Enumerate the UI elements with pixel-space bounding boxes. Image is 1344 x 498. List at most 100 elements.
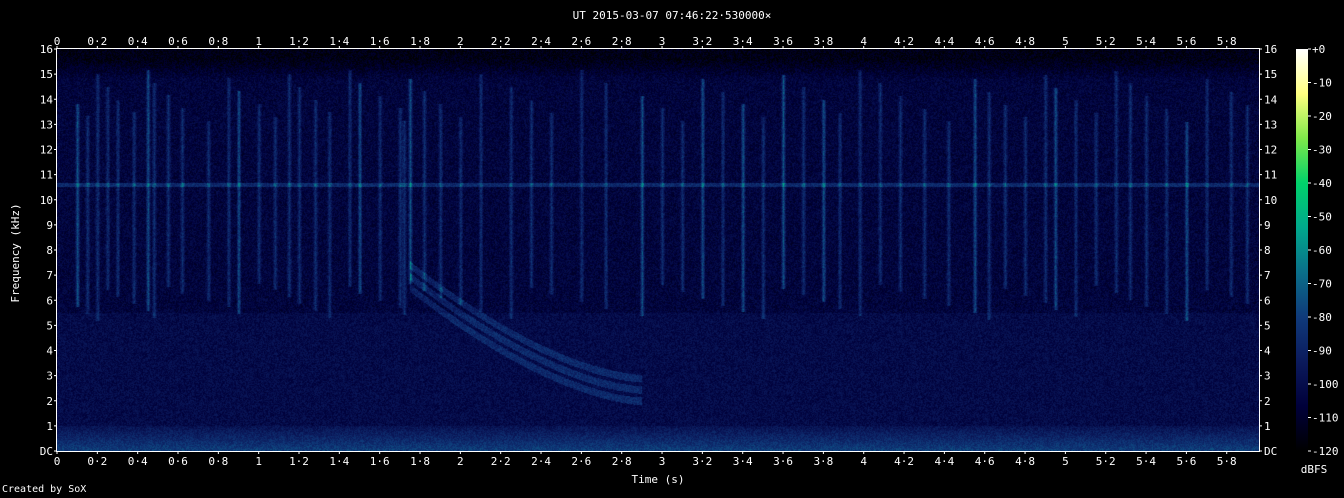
colorbar-tick-label: -80 <box>1312 311 1332 324</box>
y-tick-label: 12 <box>1264 144 1277 157</box>
colorbar-tick-label: -50 <box>1312 211 1332 224</box>
y-tick-label: 1 <box>1264 420 1271 433</box>
x-tick-label: 3 <box>659 455 666 468</box>
y-tick-label: 14 <box>1264 93 1278 106</box>
y-tick-label: 4 <box>46 345 53 358</box>
x-tick-label: 2·4 <box>531 455 551 468</box>
x-tick-label: 1·4 <box>329 455 349 468</box>
x-tick-label: 0·4 <box>128 35 148 48</box>
y-tick-label: 10 <box>40 194 53 207</box>
x-tick-label: 0·6 <box>168 455 188 468</box>
x-tick-label: 3 <box>659 35 666 48</box>
y-tick-label: 14 <box>40 93 54 106</box>
colorbar-tick-label: -100 <box>1312 378 1339 391</box>
x-tick-label: 0·4 <box>128 455 148 468</box>
y-tick-label: 9 <box>46 219 53 232</box>
credit-text: Created by SoX <box>2 484 87 495</box>
x-axis-top: 0 0·2 0·4 0·6 0·8 1 1·2 1·4 1·6 1·8 2 2·2 2·4 2·6 2·8 3… <box>54 35 1237 49</box>
colorbar-tick-label: -70 <box>1312 278 1332 291</box>
x-tick-label: 0·2 <box>87 455 107 468</box>
x-tick-label: 1 <box>255 35 262 48</box>
spectrogram-chart: UT 2015-03-07 07:46:22·530000× 0 0·2 0·4 0·… <box>9 9 1339 486</box>
y-axis-left: DC12345678910111213141516 <box>40 43 57 458</box>
x-axis-label: Time (s) <box>632 473 685 486</box>
x-tick-label: 4 <box>860 35 867 48</box>
colorbar-label: dBFS <box>1301 463 1328 476</box>
x-tick-label: 4·2 <box>894 35 914 48</box>
colorbar-tick-label: -110 <box>1312 412 1339 425</box>
y-axis-label: Frequency (kHz) <box>9 203 22 302</box>
y-tick-label: 13 <box>40 118 53 131</box>
x-tick-label: 4·2 <box>894 455 914 468</box>
y-tick-label: 8 <box>1264 244 1271 257</box>
x-tick-label: 3·4 <box>733 455 753 468</box>
y-tick-label: 11 <box>1264 169 1277 182</box>
spectrogram-image <box>57 49 1259 451</box>
x-tick-label: 2·2 <box>491 455 511 468</box>
colorbar-tick-label: -30 <box>1312 144 1332 157</box>
x-tick-label: 4·6 <box>975 455 995 468</box>
x-tick-label: 4·8 <box>1015 35 1035 48</box>
x-tick-label: 5·2 <box>1096 35 1116 48</box>
x-tick-label: 5·8 <box>1217 455 1237 468</box>
x-tick-label: 3·2 <box>692 455 712 468</box>
x-tick-label: 3·4 <box>733 35 753 48</box>
x-tick-label: 4·8 <box>1015 455 1035 468</box>
x-tick-label: 0 <box>54 35 61 48</box>
x-tick-label: 0·8 <box>208 455 228 468</box>
x-tick-label: 0·2 <box>87 35 107 48</box>
x-tick-label: 1·2 <box>289 35 309 48</box>
x-tick-label: 2·2 <box>491 35 511 48</box>
y-tick-label: 9 <box>1264 219 1271 232</box>
y-tick-label: 5 <box>46 319 53 332</box>
x-tick-label: 4·4 <box>934 35 954 48</box>
colorbar-tick-label: -60 <box>1312 244 1332 257</box>
x-tick-label: 4 <box>860 455 867 468</box>
y-tick-label: 2 <box>46 395 53 408</box>
x-tick-label: 5·6 <box>1176 35 1196 48</box>
x-tick-label: 1·4 <box>329 35 349 48</box>
y-tick-label: 2 <box>1264 395 1271 408</box>
y-tick-label: 12 <box>40 144 53 157</box>
y-tick-label: 3 <box>1264 370 1271 383</box>
y-tick-label: 6 <box>1264 294 1271 307</box>
x-tick-label: 2·6 <box>571 455 591 468</box>
x-tick-label: 2 <box>457 455 464 468</box>
x-tick-label: 3·6 <box>773 455 793 468</box>
y-axis-right: DC12345678910111213141516 <box>1259 43 1278 458</box>
x-tick-label: 4·6 <box>975 35 995 48</box>
y-tick-label: 7 <box>46 269 53 282</box>
x-tick-label: 5·4 <box>1136 455 1156 468</box>
x-tick-label: 2·6 <box>571 35 591 48</box>
y-tick-label: 7 <box>1264 269 1271 282</box>
x-tick-label: 1·2 <box>289 455 309 468</box>
chart-title: UT 2015-03-07 07:46:22·530000× <box>573 9 772 22</box>
y-tick-label: 16 <box>40 43 53 56</box>
x-tick-label: 5·6 <box>1176 455 1196 468</box>
y-tick-label: 13 <box>1264 118 1277 131</box>
colorbar-gradient <box>1296 49 1308 451</box>
y-tick-label: 11 <box>40 169 53 182</box>
colorbar-tick-label: -120 <box>1312 445 1339 458</box>
x-tick-label: 3·8 <box>813 35 833 48</box>
x-tick-label: 0 <box>54 455 61 468</box>
colorbar-tick-label: -10 <box>1312 77 1332 90</box>
x-tick-label: 1·6 <box>370 35 390 48</box>
y-tick-label: 3 <box>46 370 53 383</box>
x-tick-label: 5 <box>1062 455 1069 468</box>
x-tick-label: 5·4 <box>1136 35 1156 48</box>
x-tick-label: 1·8 <box>410 35 430 48</box>
y-tick-label: DC <box>1264 445 1277 458</box>
x-tick-label: 1·8 <box>410 455 430 468</box>
x-tick-label: 4·4 <box>934 455 954 468</box>
y-tick-label: 8 <box>46 244 53 257</box>
y-tick-label: DC <box>40 445 53 458</box>
x-tick-label: 3·6 <box>773 35 793 48</box>
y-tick-label: 5 <box>1264 319 1271 332</box>
y-tick-label: 15 <box>40 68 53 81</box>
x-axis-bottom: 0 0·2 0·4 0·6 0·8 1 1·2 1·4 1·6 1·8 2 2·2 2·4 2·6 2·8 3… <box>54 451 1237 468</box>
y-tick-label: 10 <box>1264 194 1277 207</box>
x-tick-label: 5·8 <box>1217 35 1237 48</box>
x-tick-label: 2·8 <box>612 455 632 468</box>
plot-area <box>56 48 1260 452</box>
